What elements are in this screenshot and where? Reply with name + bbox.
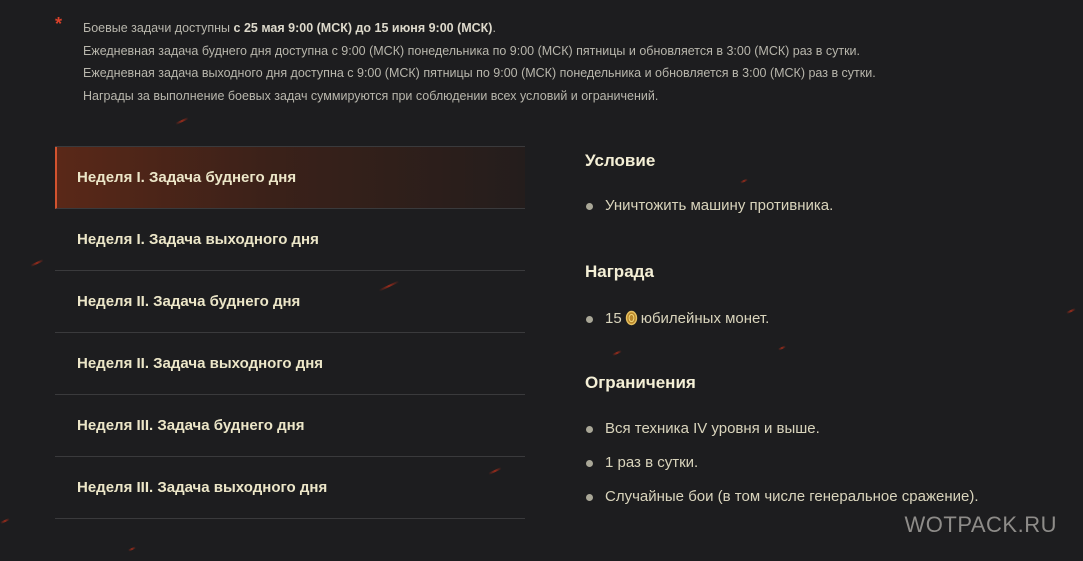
restrictions-list: Вся техника IV уровня и выше. 1 раз в су…: [585, 412, 1055, 514]
tab-label: Неделя I. Задача выходного дня: [77, 231, 319, 248]
reward-text: юбилейных монет.: [640, 310, 770, 327]
task-tab-list: Неделя I. Задача буднего дня Неделя I. З…: [55, 146, 525, 519]
reward-list: 15 юбилейных монет.: [585, 302, 1055, 336]
bullet-dot: [586, 460, 593, 467]
tab-label: Неделя II. Задача выходного дня: [77, 355, 324, 372]
restriction-item: Вся техника IV уровня и выше.: [585, 412, 1055, 446]
restrictions-section: Ограничения Вся техника IV уровня и выше…: [585, 368, 1055, 514]
condition-title: Условие: [585, 151, 656, 170]
note-rewards: Награды за выполнение боевых задач сумми…: [83, 88, 659, 103]
reward-section: Награда 15 юбилейных монет.: [585, 257, 1055, 336]
restrictions-title: Ограничения: [585, 373, 696, 392]
tab-label: Неделя III. Задача выходного дня: [77, 479, 328, 496]
note-weekend: Ежедневная задача выходного дня доступна…: [83, 66, 876, 80]
notes-text: Боевые задачи доступны с 25 мая 9:00 (МС…: [83, 17, 876, 107]
reward-title: Награда: [585, 262, 654, 281]
tab-week2-weekday[interactable]: Неделя II. Задача буднего дня: [55, 271, 525, 333]
tab-week3-weekday[interactable]: Неделя III. Задача буднего дня: [55, 395, 525, 457]
asterisk-mark: *: [55, 14, 63, 34]
ember-spark: [30, 259, 44, 267]
bullet-dot: [586, 426, 593, 433]
condition-item: Уничтожить машину противника.: [585, 189, 1055, 223]
restriction-item-text: Случайные бои (в том числе генеральное с…: [605, 488, 979, 505]
restriction-item: Случайные бои (в том числе генеральное с…: [585, 480, 1055, 514]
note-dates-prefix: Боевые задачи доступны: [83, 21, 234, 35]
tab-label: Неделя III. Задача буднего дня: [77, 417, 305, 434]
restriction-item: 1 раз в сутки.: [585, 446, 1055, 480]
tab-week1-weekend[interactable]: Неделя I. Задача выходного дня: [55, 209, 525, 271]
restriction-item-text: Вся техника IV уровня и выше.: [605, 420, 820, 437]
condition-list: Уничтожить машину противника.: [585, 189, 1055, 223]
tab-label: Неделя II. Задача буднего дня: [77, 293, 301, 310]
tab-label: Неделя I. Задача буднего дня: [77, 169, 297, 186]
bullet-dot: [586, 494, 593, 501]
note-dates: Боевые задачи доступны с 25 мая 9:00 (МС…: [83, 17, 876, 40]
ember-spark: [1066, 307, 1076, 315]
condition-item-text: Уничтожить машину противника.: [605, 197, 834, 214]
ember-spark: [0, 517, 10, 525]
tab-week3-weekend[interactable]: Неделя III. Задача выходного дня: [55, 457, 525, 519]
note-dates-range: с 25 мая 9:00 (МСК) до 15 июня 9:00 (МСК…: [233, 21, 493, 35]
tab-week2-weekend[interactable]: Неделя II. Задача выходного дня: [55, 333, 525, 395]
bullet-dot: [586, 316, 593, 323]
watermark: WOTPACK.RU: [904, 512, 1057, 537]
task-details-panel: Условие Уничтожить машину противника. На…: [585, 146, 1055, 514]
reward-item: 15 юбилейных монет.: [585, 302, 1055, 336]
ember-spark: [127, 546, 137, 552]
restriction-item-text: 1 раз в сутки.: [605, 454, 699, 471]
note-dates-suffix: .: [492, 21, 496, 35]
bullet-dot: [586, 203, 593, 210]
condition-section: Условие Уничтожить машину противника.: [585, 146, 1055, 223]
reward-amount: 15: [605, 310, 622, 327]
ember-spark: [175, 117, 189, 125]
tab-week1-weekday[interactable]: Неделя I. Задача буднего дня: [55, 147, 525, 209]
note-weekday: Ежедневная задача буднего дня доступна с…: [83, 43, 861, 58]
coin-icon: [625, 310, 637, 326]
